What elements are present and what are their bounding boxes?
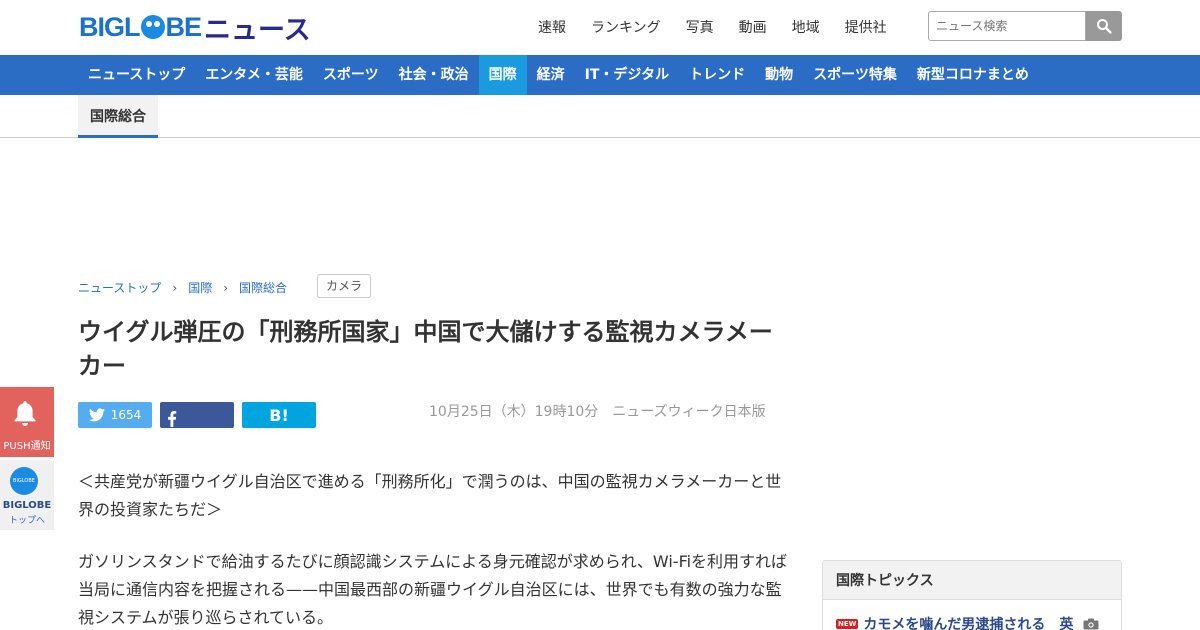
breadcrumb-item-top[interactable]: ニューストップ: [78, 279, 161, 296]
search-input[interactable]: [928, 11, 1086, 41]
topics-list-item[interactable]: NEW カモメを噛んだ男逮捕される 英: [836, 614, 1099, 630]
article-body: ガソリンスタンドで給油するたびに顔認識システムによる身元確認が求められ、Wi-F…: [78, 552, 788, 627]
logo-text-2: BE: [165, 11, 203, 42]
push-notification-button[interactable]: PUSH通知: [0, 387, 54, 457]
biglobe-label: BIGLOBE: [2, 500, 52, 511]
logo-ball-icon: [140, 15, 165, 39]
main-nav: ニューストップ エンタメ・芸能 スポーツ 社会・政治 国際 経済 IT・デジタル…: [0, 55, 1200, 95]
facebook-share-button[interactable]: [160, 402, 234, 428]
breadcrumb-item-general[interactable]: 国際総合: [239, 279, 287, 296]
twitter-bird-icon: [88, 408, 105, 422]
tag-camera[interactable]: カメラ: [317, 274, 372, 298]
header-link-photos[interactable]: 写真: [686, 17, 714, 37]
article-title: ウイグル弾圧の「刑務所国家」中国で大儲けする監視カメラメーカー: [78, 318, 773, 380]
topics-heading: 国際トピックス: [823, 561, 1121, 600]
nav-item-trend[interactable]: トレンド: [679, 55, 755, 95]
header-link-providers[interactable]: 提供社: [845, 17, 887, 37]
biglobe-top-label: トップへ: [8, 516, 45, 526]
camera-icon: [1083, 618, 1099, 630]
facebook-icon: [168, 411, 177, 427]
search-box: [928, 11, 1122, 41]
bell-icon: [14, 401, 36, 426]
search-icon: [1097, 19, 1112, 34]
tweet-count: 1654: [110, 408, 142, 422]
nav-item-sports-special[interactable]: スポーツ特集: [803, 55, 907, 95]
nav-item-economy[interactable]: 経済: [527, 55, 575, 95]
article-source[interactable]: ニューズウィーク日本版: [612, 404, 765, 420]
nav-item-society[interactable]: 社会・政治: [389, 55, 479, 95]
twitter-share-button[interactable]: 1654: [78, 402, 152, 428]
chevron-right-icon: ›: [223, 280, 229, 295]
top-header: BIGL BE ニュース 速報 ランキング 写真 動画 地域 提供社: [0, 0, 1200, 55]
chevron-right-icon: ›: [172, 280, 178, 295]
page: BIGL BE ニュース 速報 ランキング 写真 動画 地域 提供社 ニュース検…: [0, 0, 1200, 630]
nav-item-it[interactable]: IT・デジタル: [575, 55, 679, 95]
breadcrumb: ニューストップ › 国際 › 国際総合: [78, 279, 287, 296]
logo-text-news: ニュース: [204, 14, 311, 46]
hatena-bookmark-button[interactable]: B!: [242, 402, 316, 428]
biglobe-icon: BIGLOBE: [10, 467, 38, 495]
article-meta: 10月25日（木）19時10分 ニューズウィーク日本版: [429, 401, 766, 421]
push-label: PUSH通知: [3, 441, 51, 452]
header-link-ranking[interactable]: ランキング: [591, 17, 661, 37]
article-date: 10月25日（木）19時10分: [429, 404, 599, 420]
nav-item-international[interactable]: 国際: [478, 55, 527, 95]
header-link-breaking[interactable]: 速報: [538, 17, 566, 37]
sub-nav: 国際総合: [0, 95, 1200, 138]
nav-item-animals[interactable]: 動物: [755, 55, 803, 95]
new-badge: NEW: [836, 619, 859, 629]
nav-item-sports[interactable]: スポーツ: [313, 55, 389, 95]
international-topics-box: 国際トピックス NEW カモメを噛んだ男逮捕される 英: [822, 560, 1122, 630]
breadcrumb-item-international[interactable]: 国際: [188, 279, 212, 296]
biglobe-top-button[interactable]: BIGLOBE BIGLOBE トップへ: [0, 460, 54, 530]
biglobe-news-logo[interactable]: BIGL BE ニュース: [79, 11, 311, 46]
header-link-regions[interactable]: 地域: [792, 17, 820, 37]
search-button[interactable]: [1086, 11, 1122, 41]
nav-item-top[interactable]: ニューストップ: [78, 55, 195, 95]
article-lead: ＜共産党が新疆ウイグル自治区で進める「刑務所化」で潤うのは、中国の監視カメラメー…: [78, 472, 782, 519]
logo-text-1: BIGL: [79, 11, 140, 42]
header-links: 速報 ランキング 写真 動画 地域 提供社: [538, 17, 912, 37]
nav-item-entertainment[interactable]: エンタメ・芸能: [195, 55, 313, 95]
nav-item-covid[interactable]: 新型コロナまとめ: [907, 55, 1039, 95]
header-link-videos[interactable]: 動画: [739, 17, 767, 37]
topic-link[interactable]: カモメを噛んだ男逮捕される 英: [863, 614, 1073, 630]
hatena-bookmark-icon: B!: [269, 405, 289, 425]
tab-international-general[interactable]: 国際総合: [78, 95, 158, 138]
